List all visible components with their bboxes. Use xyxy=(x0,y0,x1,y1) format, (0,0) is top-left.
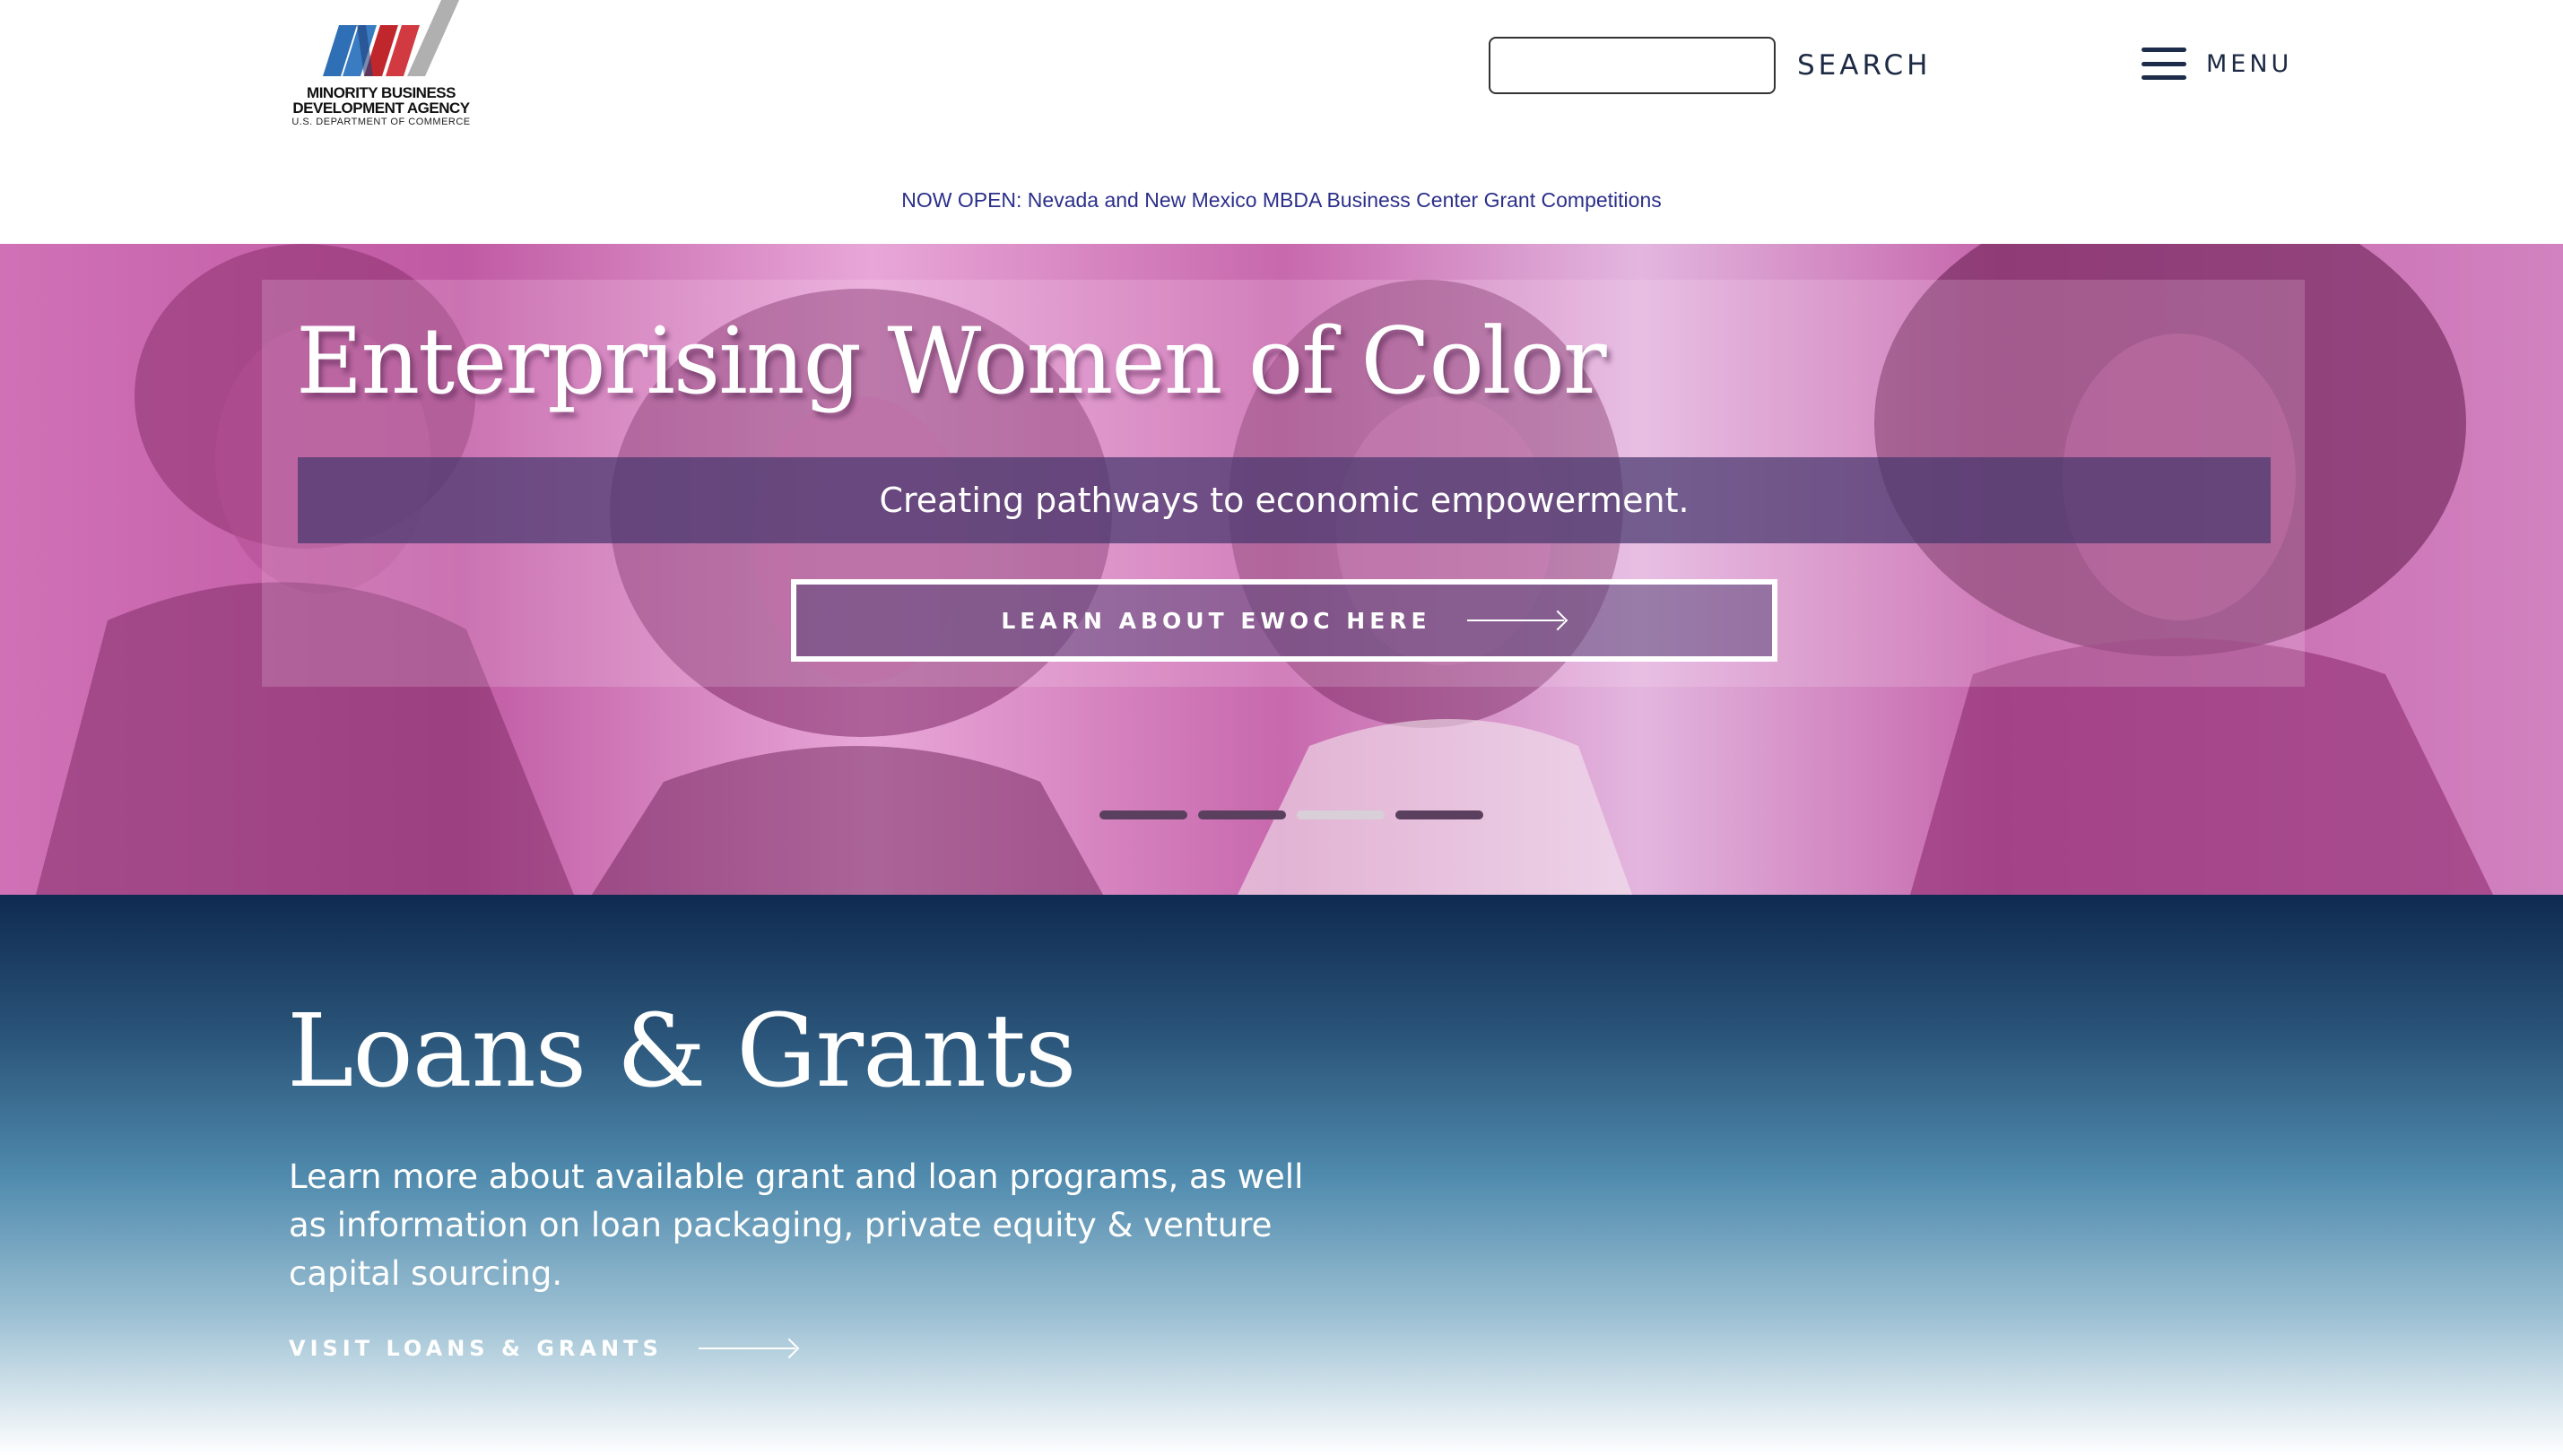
carousel-dot-4[interactable] xyxy=(1395,810,1483,819)
hero-subtitle: Creating pathways to economic empowermen… xyxy=(298,457,2271,543)
logo-text-line3: U.S. DEPARTMENT OF COMMERCE xyxy=(291,117,471,127)
search-button[interactable]: SEARCH xyxy=(1797,43,1931,88)
visit-loans-grants-link[interactable]: VISIT LOANS & GRANTS xyxy=(289,1336,799,1361)
hero-cta-label: LEARN ABOUT EWOC HERE xyxy=(1001,607,1431,634)
hero-title: Enterprising Women of Color xyxy=(296,308,1607,415)
loans-grants-title: Loans & Grants xyxy=(287,993,1076,1110)
site-header: MINORITY BUSINESS DEVELOPMENT AGENCY U.S… xyxy=(0,0,2563,244)
loans-link-label: VISIT LOANS & GRANTS xyxy=(289,1336,663,1361)
learn-about-ewoc-button[interactable]: LEARN ABOUT EWOC HERE xyxy=(791,579,1777,662)
mbda-logo-icon xyxy=(323,0,459,76)
menu-label: MENU xyxy=(2206,49,2293,78)
logo-text-line2: DEVELOPMENT AGENCY xyxy=(292,100,470,117)
menu-button[interactable]: MENU xyxy=(2142,41,2292,86)
carousel-dot-1[interactable] xyxy=(1099,810,1187,819)
loans-grants-description: Learn more about available grant and loa… xyxy=(289,1157,1304,1293)
arrow-right-icon xyxy=(1466,611,1568,629)
hamburger-icon xyxy=(2142,48,2186,80)
arrow-right-icon xyxy=(698,1339,799,1357)
carousel-dot-2[interactable] xyxy=(1198,810,1286,819)
carousel-indicators xyxy=(1099,810,1483,819)
mbda-logo[interactable]: MINORITY BUSINESS DEVELOPMENT AGENCY U.S… xyxy=(287,0,475,134)
carousel-dot-3[interactable] xyxy=(1297,810,1385,819)
loans-grants-section: Loans & Grants Learn more about availabl… xyxy=(0,895,2563,1456)
hero-carousel: Enterprising Women of Color Creating pat… xyxy=(0,244,2563,895)
announcement-link[interactable]: NOW OPEN: Nevada and New Mexico MBDA Bus… xyxy=(0,188,2563,212)
search-input[interactable] xyxy=(1489,37,1776,94)
